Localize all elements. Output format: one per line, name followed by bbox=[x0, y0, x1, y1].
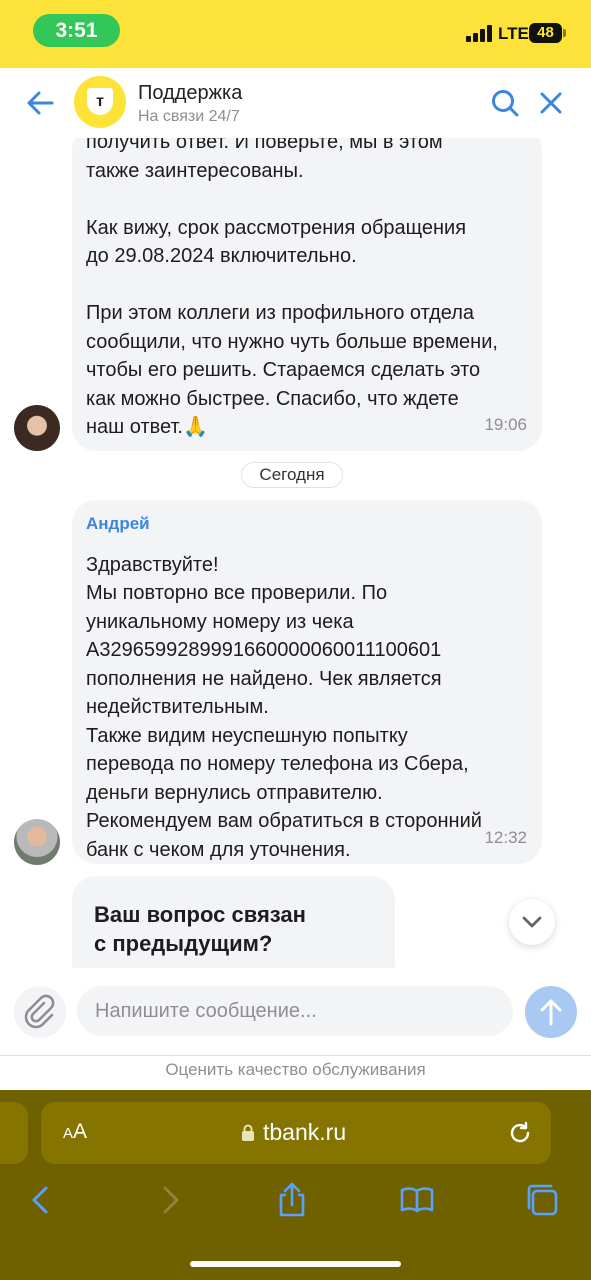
text-size-button[interactable]: AA bbox=[63, 1120, 87, 1144]
browser-back-icon[interactable] bbox=[24, 1182, 60, 1218]
message-input[interactable] bbox=[77, 986, 513, 1036]
chat-header: т Поддержка На связи 24/7 bbox=[0, 68, 591, 138]
message-time: 19:06 bbox=[484, 414, 527, 434]
back-button[interactable] bbox=[24, 88, 56, 118]
chevron-down-icon bbox=[522, 916, 542, 928]
message-text: получить ответ. И поверьте, мы в этом та… bbox=[86, 138, 498, 438]
previous-tab[interactable] bbox=[0, 1102, 28, 1164]
message-author: Андрей bbox=[86, 514, 150, 533]
url-text: tbank.ru bbox=[263, 1119, 347, 1145]
browser-forward-icon[interactable] bbox=[151, 1182, 187, 1218]
share-icon[interactable] bbox=[274, 1182, 310, 1218]
support-logo: т bbox=[74, 76, 126, 128]
battery-icon: 48 bbox=[529, 23, 562, 43]
date-separator: Сегодня bbox=[241, 462, 343, 488]
home-indicator[interactable] bbox=[190, 1261, 401, 1267]
status-bar: 3:51 LTE 48 bbox=[0, 0, 591, 68]
search-button[interactable] bbox=[490, 88, 520, 118]
send-button[interactable] bbox=[525, 986, 577, 1038]
question-text: Ваш вопрос связан с предыдущим? bbox=[94, 902, 306, 956]
browser-toolbar: AA tbank.ru bbox=[0, 1090, 591, 1280]
chat-title: Поддержка bbox=[138, 82, 243, 104]
attach-button[interactable] bbox=[14, 986, 66, 1038]
lock-icon bbox=[242, 1124, 254, 1141]
back-arrow-icon bbox=[27, 91, 54, 115]
search-icon bbox=[492, 90, 519, 117]
message-text: Здравствуйте! Мы повторно все проверили.… bbox=[86, 553, 482, 861]
logo-shield: т bbox=[87, 88, 113, 115]
agent-avatar bbox=[14, 819, 60, 865]
bookmarks-icon[interactable] bbox=[399, 1182, 435, 1218]
address-bar[interactable]: AA tbank.ru bbox=[41, 1102, 551, 1164]
scroll-down-button[interactable] bbox=[509, 899, 555, 945]
tabs-icon[interactable] bbox=[524, 1182, 560, 1218]
message-bubble: получить ответ. И поверьте, мы в этом та… bbox=[72, 138, 542, 451]
browser-nav bbox=[0, 1182, 591, 1222]
text-size-small: A bbox=[63, 1125, 74, 1142]
close-icon bbox=[540, 92, 562, 114]
signal-icon bbox=[466, 24, 494, 42]
chat-subtitle: На связи 24/7 bbox=[138, 108, 240, 125]
agent-avatar bbox=[14, 405, 60, 451]
paperclip-icon bbox=[24, 994, 55, 1029]
reload-icon[interactable] bbox=[507, 1120, 533, 1146]
message-composer bbox=[0, 968, 591, 1056]
message-bubble: Андрей Здравствуйте! Мы повторно все про… bbox=[72, 500, 542, 864]
chat-messages[interactable]: получить ответ. И поверьте, мы в этом та… bbox=[0, 138, 591, 968]
battery-tip bbox=[563, 29, 566, 37]
rate-service-link[interactable]: Оценить качество обслуживания bbox=[0, 1060, 591, 1080]
text-size-big: A bbox=[73, 1120, 88, 1143]
close-button[interactable] bbox=[538, 90, 564, 116]
network-type: LTE bbox=[498, 24, 529, 43]
send-arrow-icon bbox=[540, 999, 562, 1026]
question-card: Ваш вопрос связан с предыдущим? bbox=[72, 876, 395, 968]
status-time: 3:51 bbox=[33, 14, 120, 47]
message-time: 12:32 bbox=[484, 827, 527, 847]
